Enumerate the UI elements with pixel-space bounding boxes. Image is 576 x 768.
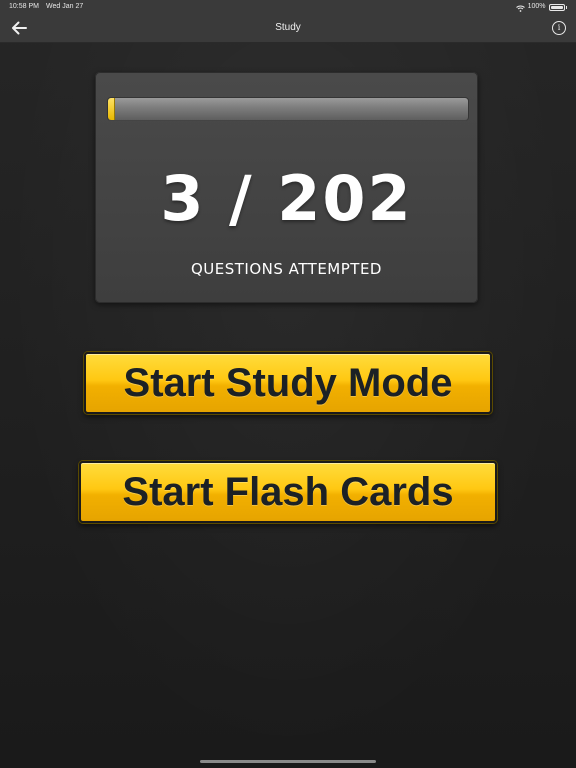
study-screen: 10:58 PM Wed Jan 27 100% Study i 3 / 202…: [0, 0, 576, 768]
progress-card: 3 / 202 QUESTIONS ATTEMPTED: [95, 72, 478, 303]
battery-icon: [548, 3, 565, 11]
questions-caption: QUESTIONS ATTEMPTED: [190, 260, 382, 278]
start-study-mode-button[interactable]: Start Study Mode: [84, 352, 492, 414]
progress-bar: [108, 98, 468, 120]
progress-bar-fill: [108, 98, 115, 120]
status-indicators: 100%: [515, 0, 567, 14]
questions-count: 3 / 202: [160, 162, 413, 235]
status-time: 10:58 PM: [9, 3, 39, 10]
status-bar: 10:58 PM Wed Jan 27 100%: [0, 0, 576, 14]
info-button[interactable]: i: [552, 21, 566, 35]
start-flash-cards-button[interactable]: Start Flash Cards: [79, 461, 497, 523]
info-icon: i: [557, 23, 561, 32]
wifi-icon: [515, 4, 525, 12]
battery-tip: [565, 5, 567, 9]
status-date: Wed Jan 27: [46, 3, 84, 10]
navigation-bar: Study i: [0, 14, 576, 43]
battery-percent: 100%: [527, 3, 546, 10]
home-indicator: [200, 760, 376, 763]
page-title: Study: [275, 22, 301, 33]
